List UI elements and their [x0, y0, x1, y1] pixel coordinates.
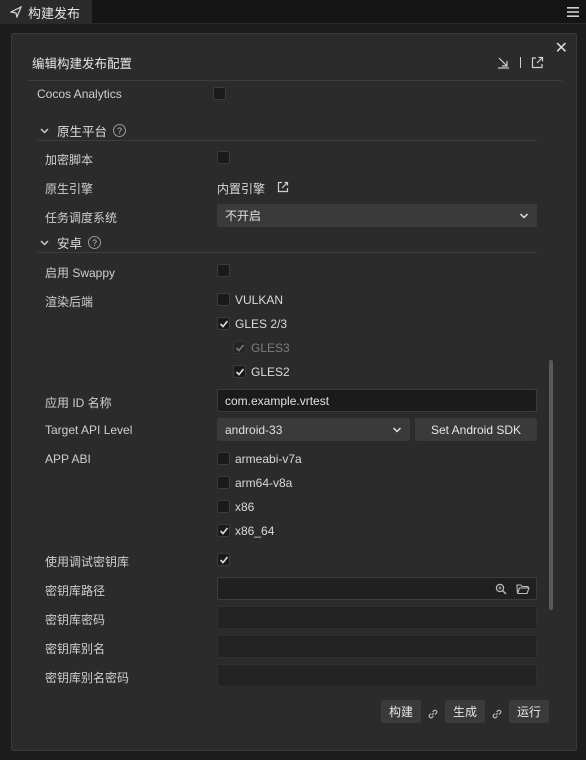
run-button[interactable]: 运行 [509, 700, 549, 723]
help-icon[interactable]: ? [88, 236, 102, 249]
send-icon [10, 6, 22, 18]
android-divider [37, 252, 537, 253]
chevron-down-icon [519, 213, 529, 219]
native-divider [37, 140, 537, 141]
checkmark-icon [219, 555, 228, 564]
panel-title: 编辑构建发布配置 [32, 57, 133, 71]
header-divider [28, 80, 562, 81]
target-api-select[interactable]: android-33 [217, 418, 410, 441]
abi-armeabi-checkbox[interactable] [217, 452, 230, 465]
help-icon[interactable]: ? [113, 124, 127, 137]
keystore-password-label: 密钥库密码 [45, 613, 106, 627]
abi-x86_64-label: x86_64 [235, 524, 275, 538]
target-api-value: android-33 [225, 422, 283, 437]
android-section-title: 安卓 [57, 237, 83, 251]
abi-arm64-label: arm64-v8a [235, 476, 293, 490]
scheduler-value: 不开启 [225, 209, 262, 223]
checkmark-icon [235, 343, 244, 352]
abi-arm64-checkbox[interactable] [217, 476, 230, 489]
scheduler-label: 任务调度系统 [45, 211, 118, 225]
native-section-title: 原生平台 [57, 125, 108, 139]
link-icon [492, 709, 502, 719]
engine-value: 内置引擎 [217, 182, 266, 196]
target-api-label: Target API Level [45, 423, 133, 437]
app-id-input[interactable]: com.example.vrtest [217, 389, 537, 412]
scheduler-select[interactable]: 不开启 [217, 204, 537, 227]
keystore-alias-input[interactable] [217, 635, 537, 658]
encrypt-checkbox[interactable] [217, 151, 230, 164]
keystore-password-input[interactable] [217, 606, 537, 629]
chevron-down-icon [40, 240, 49, 246]
abi-label: APP ABI [45, 452, 91, 466]
swappy-label: 启用 Swappy [45, 266, 116, 280]
divider [520, 57, 521, 68]
checkmark-icon [219, 526, 228, 535]
header-actions [497, 56, 544, 69]
swappy-checkbox[interactable] [217, 264, 230, 277]
edit-link-icon[interactable] [277, 181, 289, 193]
android-section-header[interactable]: 安卓 ? [40, 233, 102, 252]
gles3-checkbox [233, 341, 246, 354]
checkmark-icon [235, 367, 244, 376]
native-section-header[interactable]: 原生平台 ? [40, 121, 127, 140]
close-icon[interactable]: ✕ [555, 38, 568, 58]
hamburger-menu-icon[interactable] [566, 5, 580, 19]
chevron-down-icon [40, 128, 49, 134]
vulkan-checkbox[interactable] [217, 293, 230, 306]
keystore-path-input[interactable] [217, 577, 537, 600]
debug-keystore-checkbox[interactable] [217, 553, 230, 566]
analytics-checkbox[interactable] [213, 87, 226, 100]
engine-label: 原生引擎 [45, 182, 94, 196]
keystore-path-label: 密钥库路径 [45, 584, 106, 598]
folder-icon[interactable] [516, 583, 530, 595]
gles23-label: GLES 2/3 [235, 317, 288, 331]
scrollbar-thumb[interactable] [549, 360, 553, 610]
keystore-alias-label: 密钥库别名 [45, 642, 106, 656]
build-button[interactable]: 构建 [381, 700, 421, 723]
tab-title: 构建发布 [28, 5, 81, 21]
gles3-label: GLES3 [251, 341, 290, 355]
chevron-down-icon [392, 427, 402, 433]
render-label: 渲染后端 [45, 295, 94, 309]
link-icon [428, 709, 438, 719]
alias-password-input[interactable] [217, 664, 537, 687]
search-icon[interactable] [495, 583, 507, 595]
import-icon[interactable] [497, 56, 510, 69]
gles2-label: GLES2 [251, 365, 290, 379]
tab-bar: 构建发布 [0, 0, 586, 24]
analytics-label: Cocos Analytics [37, 87, 122, 101]
abi-x86-checkbox[interactable] [217, 500, 230, 513]
gles2-checkbox[interactable] [233, 365, 246, 378]
encrypt-label: 加密脚本 [45, 153, 94, 167]
make-button[interactable]: 生成 [445, 700, 485, 723]
export-icon[interactable] [531, 56, 544, 69]
alias-password-label: 密钥库别名密码 [45, 671, 130, 685]
debug-keystore-label: 使用调试密钥库 [45, 555, 130, 569]
app-id-label: 应用 ID 名称 [45, 396, 112, 410]
abi-x86-label: x86 [235, 500, 255, 514]
abi-x86_64-checkbox[interactable] [217, 524, 230, 537]
tab-build-publish[interactable]: 构建发布 [0, 0, 92, 24]
checkmark-icon [219, 319, 228, 328]
abi-armeabi-label: armeabi-v7a [235, 452, 302, 466]
set-android-sdk-button[interactable]: Set Android SDK [415, 418, 537, 441]
vulkan-label: VULKAN [235, 293, 284, 307]
gles23-checkbox[interactable] [217, 317, 230, 330]
